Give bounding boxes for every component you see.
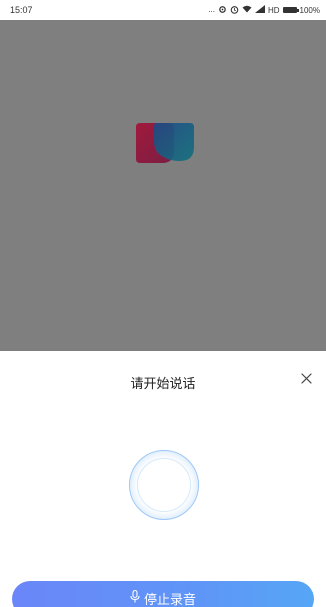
network-type: HD <box>267 5 280 15</box>
stop-recording-button[interactable]: 停止录音 <box>12 581 314 607</box>
microphone-icon <box>130 589 140 607</box>
status-time: 15:07 <box>10 5 33 15</box>
screen: 15:07 ... HD 100% 请开始说话 停止录音 <box>0 0 326 607</box>
more-dots-icon: ... <box>208 5 215 14</box>
app-logo <box>136 123 194 163</box>
battery-icon <box>282 7 299 13</box>
gear-icon <box>218 5 227 16</box>
recording-indicator <box>129 450 199 520</box>
close-icon <box>300 372 312 384</box>
battery-level: 100% <box>299 5 320 15</box>
status-bar: 15:07 ... HD 100% <box>0 0 326 20</box>
signal-icon <box>254 5 265 15</box>
close-button[interactable] <box>296 368 316 388</box>
sheet-title: 请开始说话 <box>130 377 196 392</box>
voice-input-sheet: 请开始说话 停止录音 <box>0 351 326 607</box>
alarm-icon <box>230 5 239 16</box>
status-icons: ... HD 100% <box>208 5 320 16</box>
recording-indicator-core <box>137 458 191 512</box>
stop-recording-label: 停止录音 <box>143 593 196 607</box>
wifi-icon <box>242 5 252 15</box>
dimmed-app-background <box>0 20 326 351</box>
